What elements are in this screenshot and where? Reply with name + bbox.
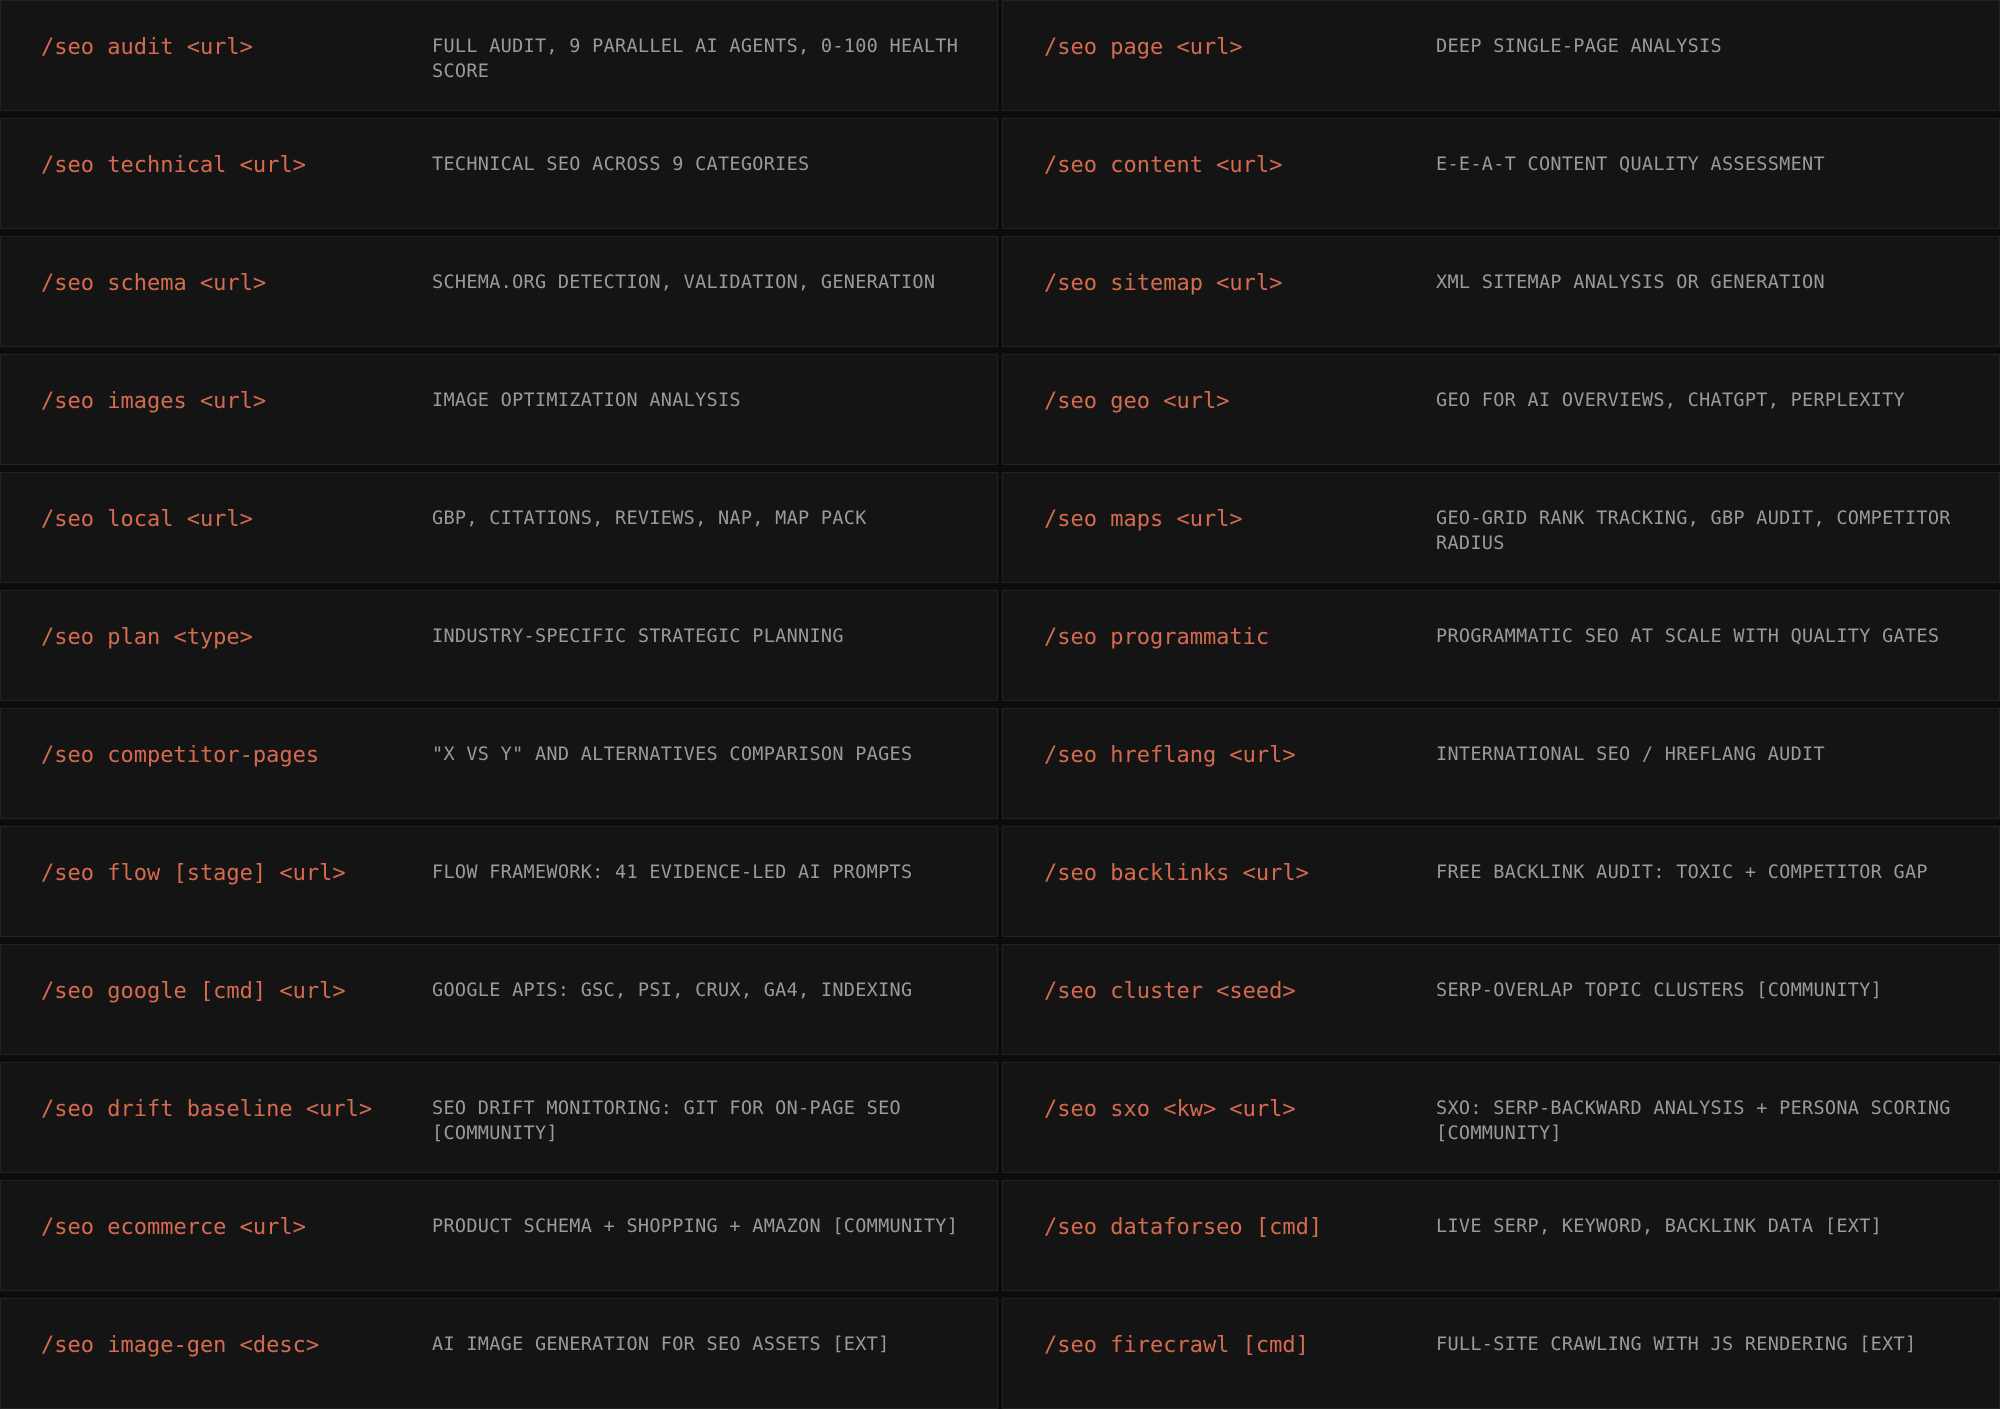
command-card-image-gen: /seo image-gen <desc> AI IMAGE GENERATIO…	[0, 1298, 998, 1409]
command-description: PROGRAMMATIC SEO AT SCALE WITH QUALITY G…	[1436, 626, 1940, 647]
command-name: /seo geo <url>	[1044, 389, 1230, 414]
command-description: GEO FOR AI OVERVIEWS, CHATGPT, PERPLEXIT…	[1436, 390, 1905, 411]
command-card-page: /seo page <url> DEEP SINGLE-PAGE ANALYSI…	[1002, 0, 2000, 111]
command-name: /seo ecommerce <url>	[41, 1215, 306, 1240]
command-description: FLOW FRAMEWORK: 41 EVIDENCE-LED AI PROMP…	[432, 862, 913, 883]
command-description: SEO DRIFT MONITORING: GIT FOR ON-PAGE SE…	[432, 1098, 901, 1144]
command-grid: /seo audit <url> FULL AUDIT, 9 PARALLEL …	[0, 0, 2000, 1409]
command-card-local: /seo local <url> GBP, CITATIONS, REVIEWS…	[0, 472, 998, 583]
command-card-competitor-pages: /seo competitor-pages "X VS Y" AND ALTER…	[0, 708, 998, 819]
command-name: /seo programmatic	[1044, 625, 1270, 650]
command-name: /seo audit <url>	[41, 35, 253, 60]
command-name: /seo sxo <kw> <url>	[1044, 1097, 1296, 1122]
command-name: /seo sitemap <url>	[1044, 271, 1283, 296]
command-name: /seo competitor-pages	[41, 743, 320, 768]
command-description: E-E-A-T CONTENT QUALITY ASSESSMENT	[1436, 154, 1825, 175]
command-name: /seo firecrawl [cmd]	[1044, 1333, 1309, 1358]
command-name: /seo cluster <seed>	[1044, 979, 1296, 1004]
command-card-geo: /seo geo <url> GEO FOR AI OVERVIEWS, CHA…	[1002, 354, 2000, 465]
command-card-firecrawl: /seo firecrawl [cmd] FULL-SITE CRAWLING …	[1002, 1298, 2000, 1409]
command-description: AI IMAGE GENERATION FOR SEO ASSETS [EXT]	[432, 1334, 890, 1355]
command-description: IMAGE OPTIMIZATION ANALYSIS	[432, 390, 741, 411]
command-description: FULL AUDIT, 9 PARALLEL AI AGENTS, 0-100 …	[432, 36, 959, 82]
command-card-sxo: /seo sxo <kw> <url> SXO: SERP-BACKWARD A…	[1002, 1062, 2000, 1173]
command-description: SCHEMA.ORG DETECTION, VALIDATION, GENERA…	[432, 272, 936, 293]
command-card-google: /seo google [cmd] <url> GOOGLE APIS: GSC…	[0, 944, 998, 1055]
command-description: PRODUCT SCHEMA + SHOPPING + AMAZON [COMM…	[432, 1216, 959, 1237]
command-description: TECHNICAL SEO ACROSS 9 CATEGORIES	[432, 154, 810, 175]
command-name: /seo images <url>	[41, 389, 267, 414]
command-card-maps: /seo maps <url> GEO-GRID RANK TRACKING, …	[1002, 472, 2000, 583]
command-name: /seo hreflang <url>	[1044, 743, 1296, 768]
command-name: /seo dataforseo [cmd]	[1044, 1215, 1323, 1240]
command-card-drift: /seo drift baseline <url> SEO DRIFT MONI…	[0, 1062, 998, 1173]
command-name: /seo local <url>	[41, 507, 253, 532]
command-description: FREE BACKLINK AUDIT: TOXIC + COMPETITOR …	[1436, 862, 1928, 883]
command-description: FULL-SITE CRAWLING WITH JS RENDERING [EX…	[1436, 1334, 1917, 1355]
command-card-hreflang: /seo hreflang <url> INTERNATIONAL SEO / …	[1002, 708, 2000, 819]
command-name: /seo google [cmd] <url>	[41, 979, 346, 1004]
command-card-cluster: /seo cluster <seed> SERP-OVERLAP TOPIC C…	[1002, 944, 2000, 1055]
command-name: /seo page <url>	[1044, 35, 1243, 60]
command-name: /seo schema <url>	[41, 271, 267, 296]
command-description: INDUSTRY-SPECIFIC STRATEGIC PLANNING	[432, 626, 844, 647]
command-description: DEEP SINGLE-PAGE ANALYSIS	[1436, 36, 1722, 57]
command-description: GBP, CITATIONS, REVIEWS, NAP, MAP PACK	[432, 508, 867, 529]
command-card-technical: /seo technical <url> TECHNICAL SEO ACROS…	[0, 118, 998, 229]
command-description: INTERNATIONAL SEO / HREFLANG AUDIT	[1436, 744, 1825, 765]
command-name: /seo backlinks <url>	[1044, 861, 1309, 886]
command-card-flow: /seo flow [stage] <url> FLOW FRAMEWORK: …	[0, 826, 998, 937]
command-name: /seo maps <url>	[1044, 507, 1243, 532]
command-name: /seo plan <type>	[41, 625, 253, 650]
command-card-plan: /seo plan <type> INDUSTRY-SPECIFIC STRAT…	[0, 590, 998, 701]
command-description: GEO-GRID RANK TRACKING, GBP AUDIT, COMPE…	[1436, 508, 1951, 554]
command-description: XML SITEMAP ANALYSIS OR GENERATION	[1436, 272, 1825, 293]
command-card-sitemap: /seo sitemap <url> XML SITEMAP ANALYSIS …	[1002, 236, 2000, 347]
command-card-backlinks: /seo backlinks <url> FREE BACKLINK AUDIT…	[1002, 826, 2000, 937]
command-name: /seo image-gen <desc>	[41, 1333, 320, 1358]
command-card-audit: /seo audit <url> FULL AUDIT, 9 PARALLEL …	[0, 0, 998, 111]
command-card-schema: /seo schema <url> SCHEMA.ORG DETECTION, …	[0, 236, 998, 347]
command-description: SXO: SERP-BACKWARD ANALYSIS + PERSONA SC…	[1436, 1098, 1951, 1144]
command-description: LIVE SERP, KEYWORD, BACKLINK DATA [EXT]	[1436, 1216, 1883, 1237]
command-description: SERP-OVERLAP TOPIC CLUSTERS [COMMUNITY]	[1436, 980, 1883, 1001]
command-description: "X VS Y" AND ALTERNATIVES COMPARISON PAG…	[432, 744, 913, 765]
command-description: GOOGLE APIS: GSC, PSI, CRUX, GA4, INDEXI…	[432, 980, 913, 1001]
command-name: /seo content <url>	[1044, 153, 1283, 178]
command-name: /seo flow [stage] <url>	[41, 861, 346, 886]
command-card-programmatic: /seo programmatic PROGRAMMATIC SEO AT SC…	[1002, 590, 2000, 701]
command-card-content: /seo content <url> E-E-A-T CONTENT QUALI…	[1002, 118, 2000, 229]
command-name: /seo technical <url>	[41, 153, 306, 178]
command-name: /seo drift baseline <url>	[41, 1097, 373, 1122]
command-card-ecommerce: /seo ecommerce <url> PRODUCT SCHEMA + SH…	[0, 1180, 998, 1291]
command-card-dataforseo: /seo dataforseo [cmd] LIVE SERP, KEYWORD…	[1002, 1180, 2000, 1291]
command-card-images: /seo images <url> IMAGE OPTIMIZATION ANA…	[0, 354, 998, 465]
